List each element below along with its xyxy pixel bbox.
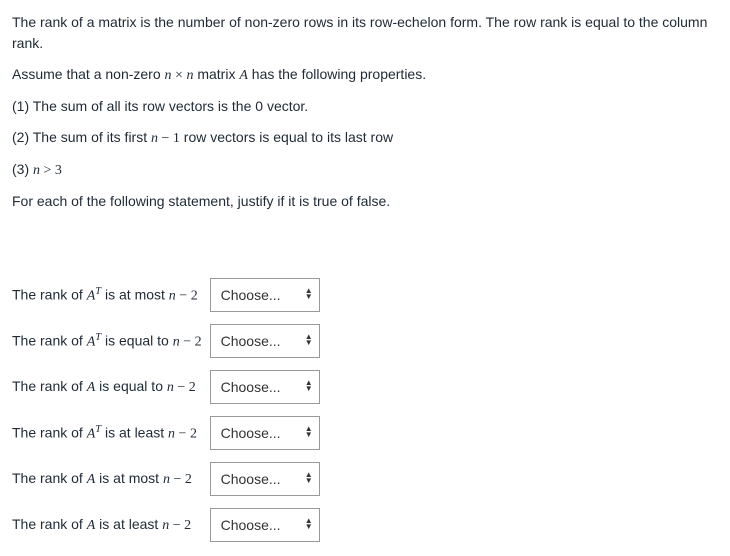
- math-minus: −: [174, 380, 189, 395]
- statement-6: The rank of A is at least n − 2: [12, 502, 210, 548]
- intro-paragraph-2: Assume that a non-zero n × n matrix A ha…: [12, 64, 718, 86]
- property-2: (2) The sum of its first n − 1 row vecto…: [12, 127, 718, 149]
- statement-5: The rank of A is at most n − 2: [12, 456, 210, 502]
- math-n: n: [33, 163, 40, 178]
- math-three: 3: [55, 163, 62, 178]
- text: The rank of: [12, 286, 87, 302]
- dropdown-placeholder: Choose...: [221, 287, 281, 303]
- math-minus: −: [176, 288, 191, 303]
- math-A: A: [87, 426, 96, 441]
- text: The rank of: [12, 332, 87, 348]
- text: has the following properties.: [248, 66, 426, 82]
- math-minus: −: [170, 472, 185, 487]
- table-row: The rank of AT is equal to n − 2 Choose.…: [12, 318, 328, 364]
- text: The rank of: [12, 378, 87, 394]
- math-minus: −: [158, 131, 173, 146]
- math-n: n: [173, 334, 180, 349]
- property-3: (3) n > 3: [12, 159, 718, 181]
- text: is at most: [101, 286, 169, 302]
- math-n: n: [165, 68, 172, 83]
- choice-dropdown-6[interactable]: Choose... ▲▼: [210, 508, 320, 542]
- sort-arrows-icon: ▲▼: [305, 519, 313, 531]
- math-n: n: [167, 380, 174, 395]
- choice-dropdown-3[interactable]: Choose... ▲▼: [210, 370, 320, 404]
- dropdown-placeholder: Choose...: [221, 517, 281, 533]
- sort-arrows-icon: ▲▼: [305, 473, 313, 485]
- math-gt: >: [40, 163, 55, 178]
- text: is at most: [95, 470, 163, 486]
- math-A: A: [87, 472, 96, 487]
- table-row: The rank of AT is at least n − 2 Choose.…: [12, 410, 328, 456]
- property-1: (1) The sum of all its row vectors is th…: [12, 96, 718, 117]
- math-minus: −: [169, 518, 184, 533]
- choice-dropdown-2[interactable]: Choose... ▲▼: [210, 324, 320, 358]
- text: Assume that a non-zero: [12, 66, 165, 82]
- math-minus: −: [180, 334, 195, 349]
- text: The rank of: [12, 470, 87, 486]
- math-A: A: [239, 68, 248, 83]
- statement-2: The rank of AT is equal to n − 2: [12, 318, 210, 364]
- math-n: n: [169, 288, 176, 303]
- text: is equal to: [95, 378, 167, 394]
- table-row: The rank of A is at least n − 2 Choose..…: [12, 502, 328, 548]
- math-two: 2: [191, 288, 198, 303]
- math-A: A: [87, 518, 96, 533]
- dropdown-placeholder: Choose...: [221, 333, 281, 349]
- sort-arrows-icon: ▲▼: [305, 427, 313, 439]
- math-two: 2: [190, 426, 197, 441]
- dropdown-placeholder: Choose...: [221, 471, 281, 487]
- text: row vectors is equal to its last row: [180, 129, 393, 145]
- math-n: n: [151, 131, 158, 146]
- math-A: A: [87, 380, 96, 395]
- math-times: ×: [172, 68, 187, 83]
- math-two: 2: [195, 334, 202, 349]
- answer-table: The rank of AT is at most n − 2 Choose..…: [12, 272, 328, 548]
- statement-1: The rank of AT is at most n − 2: [12, 272, 210, 318]
- math-minus: −: [175, 426, 190, 441]
- text: (2) The sum of its first: [12, 129, 151, 145]
- statement-3: The rank of A is equal to n − 2: [12, 364, 210, 410]
- instruction: For each of the following statement, jus…: [12, 191, 718, 212]
- text: matrix: [193, 66, 239, 82]
- choice-dropdown-4[interactable]: Choose... ▲▼: [210, 416, 320, 450]
- math-two: 2: [189, 380, 196, 395]
- table-row: The rank of AT is at most n − 2 Choose..…: [12, 272, 328, 318]
- math-n: n: [163, 472, 170, 487]
- math-n: n: [162, 518, 169, 533]
- math-A: A: [87, 334, 96, 349]
- text: is at least: [95, 516, 162, 532]
- choice-dropdown-1[interactable]: Choose... ▲▼: [210, 278, 320, 312]
- sort-arrows-icon: ▲▼: [305, 381, 313, 393]
- intro-paragraph-1: The rank of a matrix is the number of no…: [12, 12, 718, 54]
- text: The rank of: [12, 516, 87, 532]
- text: is at least: [101, 424, 168, 440]
- table-row: The rank of A is equal to n − 2 Choose..…: [12, 364, 328, 410]
- math-two: 2: [184, 518, 191, 533]
- text: is equal to: [101, 332, 173, 348]
- statement-4: The rank of AT is at least n − 2: [12, 410, 210, 456]
- math-A: A: [87, 288, 96, 303]
- text: (3): [12, 161, 33, 177]
- sort-arrows-icon: ▲▼: [305, 289, 313, 301]
- text: The rank of: [12, 424, 87, 440]
- math-two: 2: [185, 472, 192, 487]
- sort-arrows-icon: ▲▼: [305, 335, 313, 347]
- dropdown-placeholder: Choose...: [221, 425, 281, 441]
- dropdown-placeholder: Choose...: [221, 379, 281, 395]
- math-one: 1: [173, 131, 180, 146]
- table-row: The rank of A is at most n − 2 Choose...…: [12, 456, 328, 502]
- choice-dropdown-5[interactable]: Choose... ▲▼: [210, 462, 320, 496]
- math-n: n: [168, 426, 175, 441]
